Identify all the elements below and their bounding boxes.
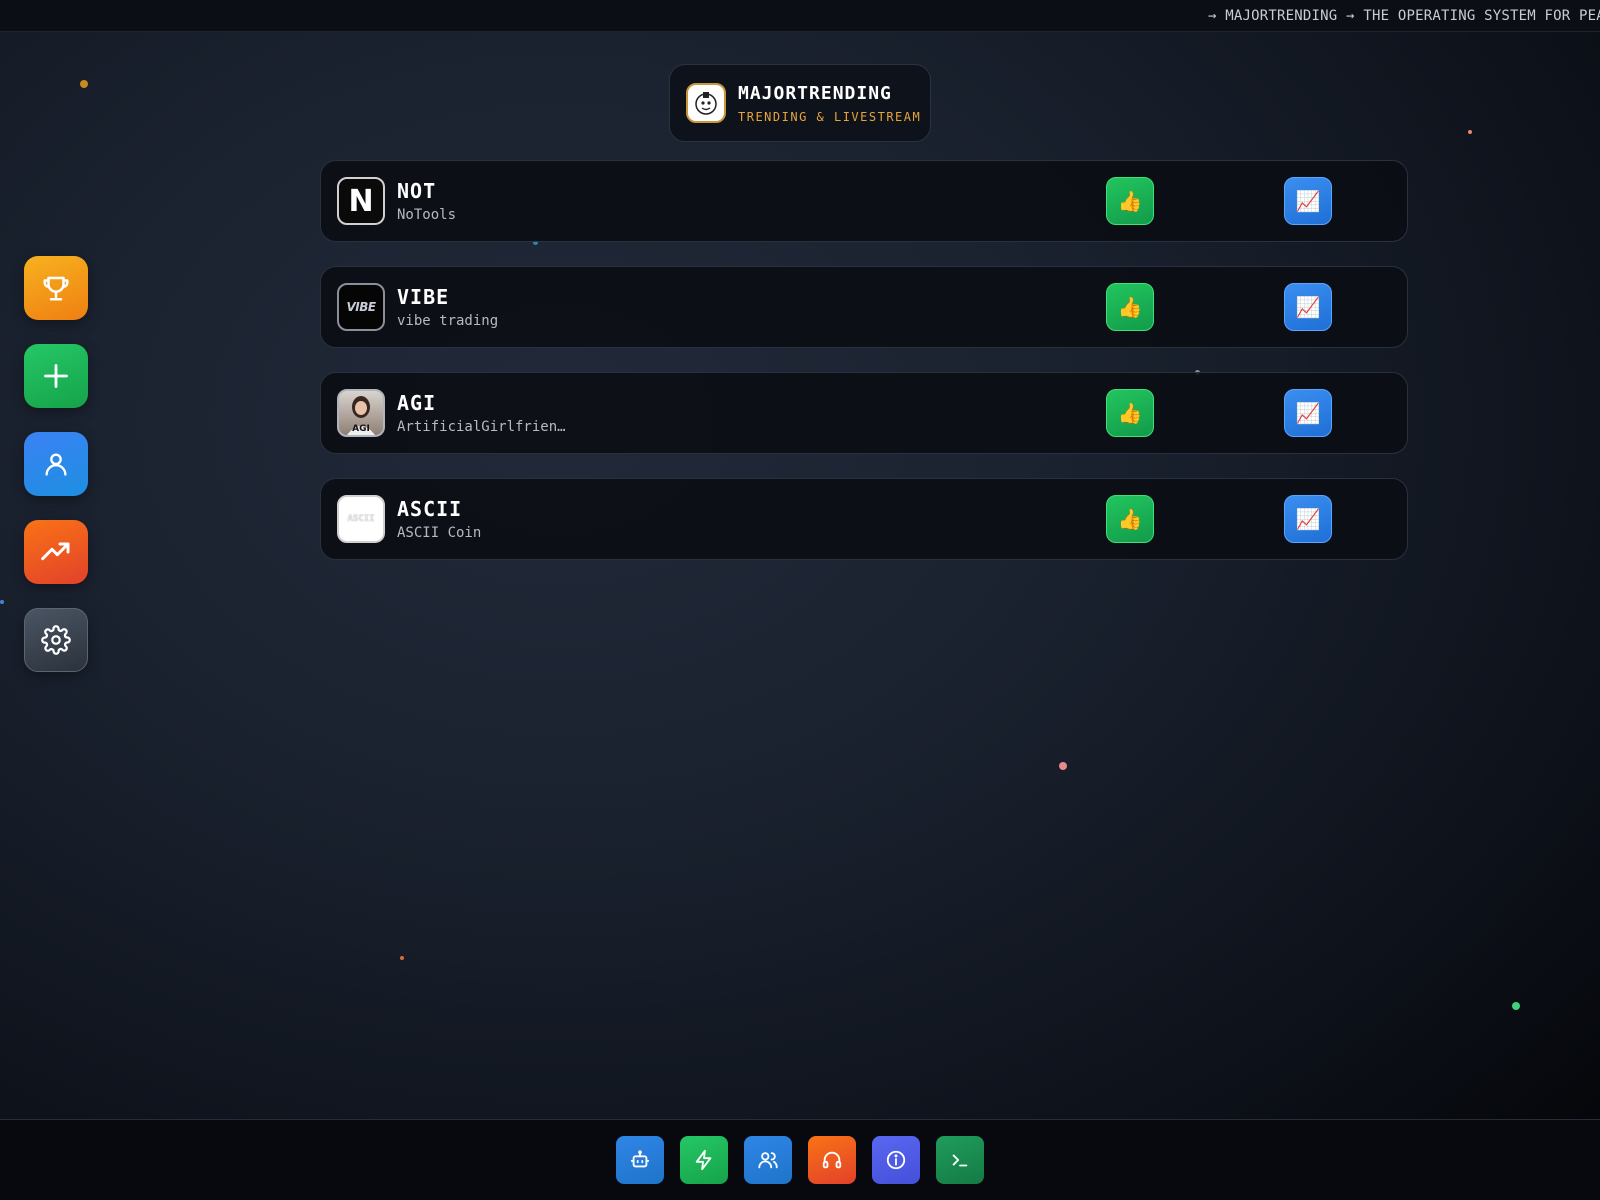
chart-icon: 📈	[1295, 189, 1321, 213]
brand-subtitle: TRENDING & LIVESTREAM	[738, 109, 922, 124]
token-logo-text: AGI	[352, 424, 370, 434]
chart-icon: 📈	[1295, 401, 1321, 425]
plus-icon	[44, 364, 68, 388]
token-logo: AGI	[337, 389, 385, 437]
token-logo-text: VIBE	[346, 300, 376, 314]
token-logo-text: ASCII	[347, 514, 375, 524]
user-icon	[45, 453, 67, 476]
chart-button[interactable]: 📈	[1284, 389, 1332, 437]
particle-dot	[1059, 762, 1067, 770]
trending-up-icon	[41, 542, 70, 561]
particle-dot	[400, 956, 404, 960]
dock-item-bot[interactable]	[616, 1136, 664, 1184]
sidebar-item-trending[interactable]	[24, 520, 88, 584]
like-button[interactable]: 👍	[1106, 389, 1154, 437]
like-button[interactable]: 👍	[1106, 283, 1154, 331]
sidebar-item-leaderboard[interactable]	[24, 256, 88, 320]
token-symbol: AGI	[397, 391, 437, 415]
brand-logo	[686, 83, 726, 123]
sidebar-item-settings[interactable]	[24, 608, 88, 672]
robot-icon	[630, 1150, 650, 1168]
sidebar-item-profile[interactable]	[24, 432, 88, 496]
dock-item-terminal[interactable]	[936, 1136, 984, 1184]
terminal-icon	[952, 1154, 968, 1167]
token-logo: VIBE	[337, 283, 385, 331]
users-icon	[758, 1152, 778, 1169]
thumbs-up-icon: 👍	[1117, 401, 1143, 425]
particle-dot	[80, 80, 88, 88]
token-card-vibe[interactable]: VIBE VIBE vibe trading 👍 📈	[320, 266, 1408, 348]
token-logo: ASCII	[337, 495, 385, 543]
token-symbol: NOT	[397, 179, 437, 203]
like-button[interactable]: 👍	[1106, 495, 1154, 543]
thumbs-up-icon: 👍	[1117, 295, 1143, 319]
dock-item-support[interactable]	[808, 1136, 856, 1184]
dock-item-info[interactable]	[872, 1136, 920, 1184]
dock-item-boost[interactable]	[680, 1136, 728, 1184]
dock-item-community[interactable]	[744, 1136, 792, 1184]
token-card-not[interactable]: N NOT NoTools 👍 📈	[320, 160, 1408, 242]
chart-icon: 📈	[1295, 295, 1321, 319]
token-name: ASCII Coin	[397, 525, 482, 541]
chart-button[interactable]: 📈	[1284, 177, 1332, 225]
gear-icon	[41, 625, 71, 655]
token-symbol: ASCII	[397, 497, 463, 521]
particle-dot	[0, 600, 4, 604]
token-logo-text: N	[348, 183, 374, 219]
token-symbol: VIBE	[397, 285, 450, 309]
token-name: vibe trading	[397, 313, 499, 329]
news-ticker: → MAJORTRENDING → THE OPERATING SYSTEM F…	[0, 0, 1600, 32]
brand-title: MAJORTRENDING	[738, 82, 892, 104]
token-logo: N	[337, 177, 385, 225]
particle-dot	[1468, 130, 1472, 134]
bottom-dock	[0, 1119, 1600, 1200]
info-icon	[886, 1150, 906, 1170]
token-name: ArtificialGirlfrien…	[397, 419, 566, 435]
token-card-ascii[interactable]: ASCII ASCII ASCII Coin 👍 📈	[320, 478, 1408, 560]
sidebar-item-add[interactable]	[24, 344, 88, 408]
mascot-icon	[695, 92, 717, 115]
chart-button[interactable]: 📈	[1284, 495, 1332, 543]
headphones-icon	[822, 1151, 842, 1169]
ticker-text: → MAJORTRENDING → THE OPERATING SYSTEM F…	[1208, 8, 1600, 24]
thumbs-up-icon: 👍	[1117, 507, 1143, 531]
token-name: NoTools	[397, 207, 457, 223]
chart-icon: 📈	[1295, 507, 1321, 531]
chart-button[interactable]: 📈	[1284, 283, 1332, 331]
thumbs-up-icon: 👍	[1117, 189, 1143, 213]
lightning-icon	[695, 1149, 712, 1171]
token-card-agi[interactable]: AGI AGI ArtificialGirlfrien… 👍 📈	[320, 372, 1408, 454]
particle-dot	[1512, 1002, 1520, 1010]
brand-header[interactable]: MAJORTRENDING TRENDING & LIVESTREAM	[669, 64, 931, 142]
like-button[interactable]: 👍	[1106, 177, 1154, 225]
trophy-icon	[43, 276, 69, 301]
